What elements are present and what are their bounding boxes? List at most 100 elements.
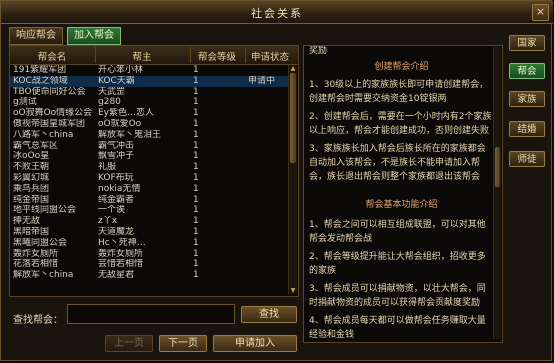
tab-join-guild[interactable]: 加入帮会 bbox=[67, 27, 121, 45]
table-row[interactable]: oO寂舞Oo情缘公会 Ey紫色…恋人 1 bbox=[10, 108, 288, 119]
side-tab-country[interactable]: 国家 bbox=[509, 35, 545, 51]
table-header: 帮会名 帮主 帮会等级 申请状态 bbox=[10, 46, 298, 65]
cell-leader: oO就爱Oo bbox=[98, 118, 142, 129]
search-guild-input[interactable] bbox=[67, 304, 235, 324]
cell-leader: g280 bbox=[98, 97, 121, 108]
table-row[interactable]: 八路军丶china 解放军丶鬼泪王 1 bbox=[10, 130, 288, 141]
side-tab-mentorship[interactable]: 师徒 bbox=[509, 151, 545, 167]
cell-guild-name: KOC战之领域 bbox=[13, 75, 68, 86]
table-row[interactable]: KOC战之领域 KOC天霸 1 申请中 bbox=[10, 75, 288, 87]
side-tab-guild[interactable]: 帮会 bbox=[509, 63, 545, 79]
close-button[interactable]: × bbox=[532, 4, 549, 21]
table-row[interactable]: 霸气总军区 霸气冲击 1 bbox=[10, 141, 288, 152]
social-relations-window: 社会关系 × 响应帮会 加入帮会 帮会名 帮主 帮会等级 申请状态 191紫耀军… bbox=[0, 0, 553, 361]
cell-leader: 天武罡 bbox=[98, 86, 126, 97]
title-bar[interactable]: 社会关系 × bbox=[1, 1, 553, 24]
guild-list: 帮会名 帮主 帮会等级 申请状态 191紫耀军团 开心笨小林 1 KOC战之领域 KOC… bbox=[9, 45, 299, 297]
table-row[interactable]: TBO使命同好公会 天武罡 1 bbox=[10, 87, 288, 98]
cell-level: 1 bbox=[193, 140, 199, 151]
cell-level: 1 bbox=[193, 108, 199, 119]
info-text: 2、帮会等级提升能让大帮会组织，招收更多的家族 bbox=[309, 252, 486, 277]
cell-level: 1 bbox=[193, 162, 199, 173]
table-row[interactable]: 轰炸女厕所 轰炸女厕所 1 bbox=[10, 249, 288, 260]
table-row[interactable]: 191紫耀军团 开心笨小林 1 bbox=[10, 65, 288, 76]
cell-guild-name: 解放军丶china bbox=[13, 270, 74, 281]
cell-level: 1 bbox=[193, 86, 199, 97]
cell-leader: z丫x bbox=[98, 216, 118, 227]
cell-leader: 一个诶 bbox=[98, 205, 126, 216]
cell-leader: 解放军丶鬼泪王 bbox=[98, 129, 162, 140]
cell-guild-name: 傲视帝国皇城军团 bbox=[13, 118, 86, 129]
search-button[interactable]: 查找 bbox=[241, 306, 297, 323]
list-scrollbar[interactable]: ▲ ▼ bbox=[288, 65, 297, 294]
window-title: 社会关系 bbox=[251, 7, 303, 20]
cell-guild-name: 彩翼幻城 bbox=[13, 172, 50, 183]
cell-leader: KOC天霸 bbox=[98, 75, 135, 86]
table-row[interactable]: 不败王朝 礼服 1 bbox=[10, 162, 288, 173]
header-guild-name[interactable]: 帮会名 bbox=[12, 49, 92, 63]
info-text: 奖励 bbox=[309, 46, 328, 56]
info-scrollbar[interactable] bbox=[493, 47, 501, 339]
header-leader[interactable]: 帮主 bbox=[96, 49, 188, 63]
cell-guild-name: 霸气总军区 bbox=[13, 140, 59, 151]
cell-guild-name: 花落若相惜 bbox=[13, 259, 59, 270]
table-row[interactable]: 地平线同盟公会 一个诶 1 bbox=[10, 205, 288, 216]
cell-leader: Hc丶死神… bbox=[98, 237, 146, 248]
info-scroll-thumb[interactable] bbox=[495, 147, 500, 187]
list-scroll-thumb[interactable] bbox=[290, 73, 296, 163]
table-row[interactable]: 捧无敌 z丫x 1 bbox=[10, 216, 288, 227]
prev-page-button[interactable]: 上一页 bbox=[105, 335, 153, 352]
cell-level: 1 bbox=[193, 248, 199, 259]
table-row[interactable]: 黑曦同盟公会 Hc丶死神… 1 bbox=[10, 238, 288, 249]
cell-guild-name: 冰oOo皇 bbox=[13, 151, 50, 162]
header-apply-status[interactable]: 申请状态 bbox=[246, 49, 294, 63]
table-row[interactable]: 彩翼幻城 KOF布玩 1 bbox=[10, 173, 288, 184]
table-row[interactable]: 黑暗帝国 天道魔龙 1 bbox=[10, 227, 288, 238]
cell-guild-name: oO寂舞Oo情缘公会 bbox=[13, 108, 93, 119]
header-guild-level[interactable]: 帮会等级 bbox=[191, 49, 243, 63]
table-row[interactable]: 纯金帝国 纯金霸者 1 bbox=[10, 195, 288, 206]
cell-leader: 芸惜若相惜 bbox=[98, 259, 144, 270]
info-text: 3、帮会成员可以捐献物资，以壮大帮会，同时捐献物资的成员可以获得帮会贡献度奖励 bbox=[309, 284, 486, 309]
cell-level: 1 bbox=[193, 216, 199, 227]
info-section-title: 帮会基本功能介绍 bbox=[365, 200, 438, 210]
cell-leader: nokia无情 bbox=[98, 183, 141, 194]
table-row[interactable]: g测试 g280 1 bbox=[10, 97, 288, 108]
cell-guild-name: g测试 bbox=[13, 97, 37, 108]
cell-leader: 天道魔龙 bbox=[98, 226, 135, 237]
table-body: 191紫耀军团 开心笨小林 1 KOC战之领域 KOC天霸 1 申请中 TBO使命同好公会 天武… bbox=[10, 65, 288, 281]
table-row[interactable]: 傲视帝国皇城军团 oO就爱Oo 1 bbox=[10, 119, 288, 130]
apply-join-button[interactable]: 申请加入 bbox=[213, 335, 297, 352]
cell-level: 1 bbox=[193, 205, 199, 216]
next-page-button[interactable]: 下一页 bbox=[159, 335, 207, 352]
tab-respond-guild[interactable]: 响应帮会 bbox=[9, 27, 63, 45]
cell-guild-name: 乘鸟兵团 bbox=[13, 183, 50, 194]
table-row[interactable]: 解放军丶china 无敌星君 1 bbox=[10, 270, 288, 281]
scroll-down-arrow-icon[interactable]: ▼ bbox=[289, 287, 297, 294]
side-tab-marriage[interactable]: 结婚 bbox=[509, 121, 545, 137]
cell-level: 1 bbox=[193, 172, 199, 183]
scroll-up-arrow-icon[interactable]: ▲ bbox=[289, 65, 297, 72]
cell-level: 1 bbox=[193, 151, 199, 162]
cell-guild-name: 191紫耀军团 bbox=[13, 65, 67, 75]
info-text: 1、帮会之间可以相互组成联盟，可以对其他帮会发动帮会战 bbox=[309, 220, 486, 245]
cell-leader: 开心笨小林 bbox=[98, 65, 144, 75]
info-text: 4、帮会成员每天都可以做帮会任务赚取大量经验和金钱 bbox=[309, 316, 486, 341]
cell-level: 1 bbox=[193, 65, 199, 75]
cell-guild-name: 黑曦同盟公会 bbox=[13, 237, 68, 248]
cell-status: 申请中 bbox=[248, 75, 276, 86]
cell-level: 1 bbox=[193, 270, 199, 281]
table-row[interactable]: 冰oOo皇 飘雪冲子 1 bbox=[10, 151, 288, 162]
cell-leader: 轰炸女厕所 bbox=[98, 248, 144, 259]
table-row[interactable]: 花落若相惜 芸惜若相惜 1 bbox=[10, 259, 288, 270]
cell-leader: 纯金霸者 bbox=[98, 194, 135, 205]
info-text: 1、30级以上的家族族长即可申请创建帮会，创建帮会时需要交纳资金10锭银两 bbox=[309, 80, 489, 105]
side-tab-family[interactable]: 家族 bbox=[509, 91, 545, 107]
cell-leader: Ey紫色…恋人 bbox=[98, 108, 155, 119]
cell-level: 1 bbox=[193, 259, 199, 270]
cell-guild-name: 轰炸女厕所 bbox=[13, 248, 59, 259]
table-row[interactable]: 乘鸟兵团 nokia无情 1 bbox=[10, 184, 288, 195]
cell-level: 1 bbox=[193, 118, 199, 129]
cell-level: 1 bbox=[193, 129, 199, 140]
info-text: 2、创建帮会后，需要在一个小时内有2个家族以上响应，帮会才能创建成功，否则创建失… bbox=[309, 112, 492, 137]
